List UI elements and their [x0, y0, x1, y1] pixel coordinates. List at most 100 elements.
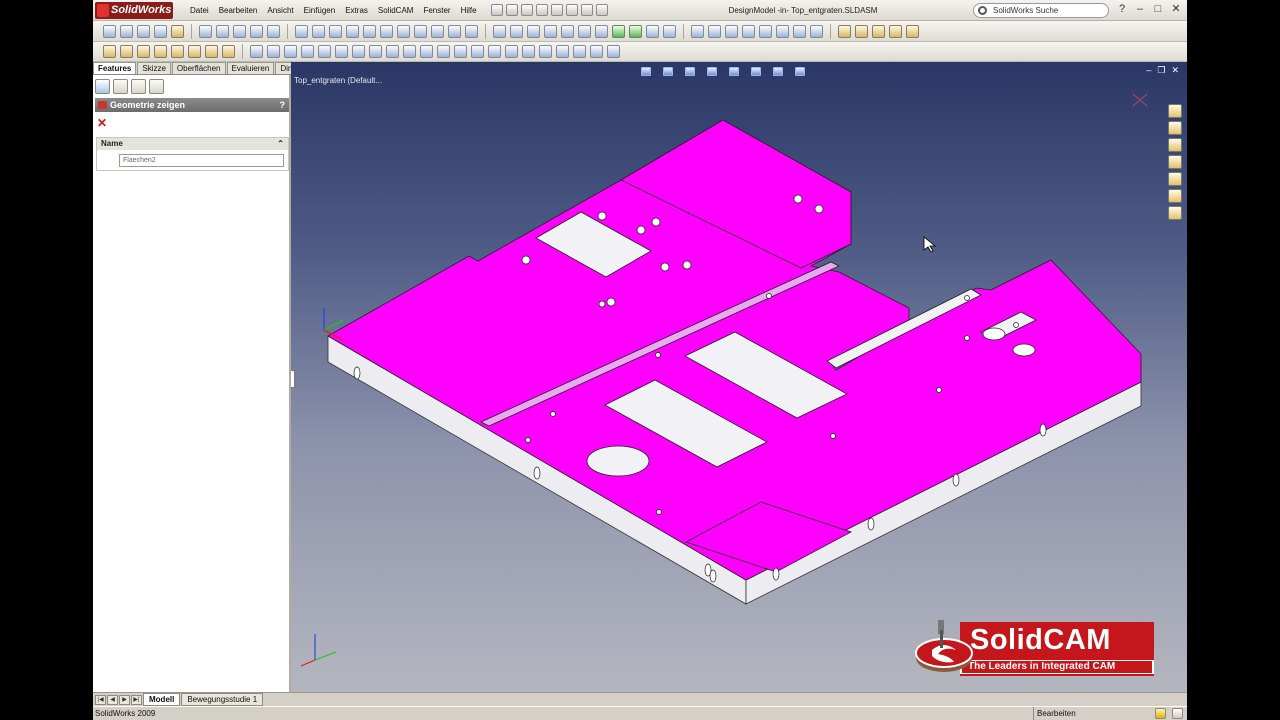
- tab-bewegungsstudie[interactable]: Bewegungsstudie 1: [181, 693, 264, 706]
- undo-icon[interactable]: [551, 4, 563, 16]
- search-results-icon[interactable]: [1168, 155, 1182, 169]
- view-dimetric-icon[interactable]: [448, 24, 461, 38]
- point-icon[interactable]: [352, 45, 365, 58]
- tab-skizze[interactable]: Skizze: [137, 62, 171, 74]
- camera-icon[interactable]: [663, 24, 676, 38]
- line-icon[interactable]: [267, 45, 280, 58]
- tab-features[interactable]: Features: [93, 62, 137, 74]
- zoom-to-fit-icon[interactable]: [641, 67, 651, 76]
- file-explorer-icon[interactable]: [1168, 138, 1182, 152]
- rectangle-icon[interactable]: [284, 45, 297, 58]
- statistics-icon[interactable]: [776, 24, 789, 38]
- sketch-icon[interactable]: [250, 45, 263, 58]
- model-view[interactable]: [291, 62, 1187, 692]
- view-iso-icon[interactable]: [414, 24, 427, 38]
- custom-properties-icon[interactable]: [1168, 206, 1182, 220]
- solidcam-gcode-icon[interactable]: [205, 45, 218, 58]
- copy-icon[interactable]: [120, 24, 133, 38]
- help-button[interactable]: ?: [1115, 3, 1129, 17]
- view-trimetric-icon[interactable]: [431, 24, 444, 38]
- solidworks-logo[interactable]: SolidWorks: [95, 2, 173, 19]
- new-document-icon[interactable]: [491, 4, 503, 16]
- selection-list[interactable]: Flaechen2: [119, 154, 284, 167]
- name-group-header[interactable]: Name ⌃: [97, 138, 288, 150]
- home-icon[interactable]: [1168, 104, 1182, 118]
- section-view-icon[interactable]: [561, 24, 574, 38]
- link-icon[interactable]: [137, 24, 150, 38]
- view-top-icon[interactable]: [380, 24, 393, 38]
- view-right-icon[interactable]: [363, 24, 376, 38]
- spline-icon[interactable]: [335, 45, 348, 58]
- draft-icon[interactable]: [573, 45, 586, 58]
- explode-icon[interactable]: [267, 24, 280, 38]
- shaded-edges-icon[interactable]: [544, 24, 557, 38]
- feature-tree-icon[interactable]: [95, 79, 110, 94]
- view-orientation-icon[interactable]: [295, 24, 308, 38]
- scene-icon[interactable]: [629, 24, 642, 38]
- solidcam-target-icon[interactable]: [154, 45, 167, 58]
- solidcam-sim-icon[interactable]: [188, 45, 201, 58]
- cancel-button[interactable]: ✕: [97, 116, 107, 130]
- fillet-icon[interactable]: [488, 45, 501, 58]
- previous-view-icon[interactable]: [685, 67, 695, 76]
- rebuild-icon[interactable]: [171, 24, 184, 38]
- normal-to-icon[interactable]: [465, 24, 478, 38]
- rebuild-icon[interactable]: [581, 4, 593, 16]
- lights-icon[interactable]: [646, 24, 659, 38]
- tab-oberflaechen[interactable]: Oberflächen: [171, 62, 226, 74]
- mass-properties-icon[interactable]: [708, 24, 721, 38]
- search-input[interactable]: SolidWorks Suche: [973, 3, 1109, 18]
- addins-icon[interactable]: [906, 24, 919, 38]
- viewport-minimize-button[interactable]: –: [1146, 65, 1151, 76]
- extrude-icon[interactable]: [437, 45, 450, 58]
- new-icon[interactable]: [103, 24, 116, 38]
- menu-solidcam[interactable]: SolidCAM: [373, 0, 419, 21]
- check-icon[interactable]: [759, 24, 772, 38]
- property-manager-icon[interactable]: [113, 79, 128, 94]
- flyout-feature-tree[interactable]: Top_entgraten (Default...: [294, 76, 382, 85]
- menu-einfuegen[interactable]: Einfügen: [299, 0, 341, 21]
- shell-icon[interactable]: [539, 45, 552, 58]
- minimize-button[interactable]: –: [1133, 3, 1147, 17]
- cut-icon[interactable]: [471, 45, 484, 58]
- last-tab-button[interactable]: ▶|: [131, 694, 142, 705]
- view-palette-icon[interactable]: [1168, 172, 1182, 186]
- panel-split-handle[interactable]: [291, 370, 295, 388]
- solidcam-open-icon[interactable]: [120, 45, 133, 58]
- solidcam-manager-icon[interactable]: [149, 79, 164, 94]
- solidcam-settings-icon[interactable]: [222, 45, 235, 58]
- view-orientation-icon[interactable]: [729, 67, 739, 76]
- menu-hilfe[interactable]: Hilfe: [456, 0, 482, 21]
- gear-icon[interactable]: [872, 24, 885, 38]
- restore-button[interactable]: □: [1151, 3, 1165, 17]
- appearances-icon[interactable]: [1168, 189, 1182, 203]
- trim-icon[interactable]: [369, 45, 382, 58]
- solidcam-stock-icon[interactable]: [137, 45, 150, 58]
- select-icon[interactable]: [566, 4, 578, 16]
- menu-bearbeiten[interactable]: Bearbeiten: [214, 0, 263, 21]
- collapse-chevron-icon[interactable]: ⌃: [277, 138, 284, 150]
- options-icon[interactable]: [596, 4, 608, 16]
- view-left-icon[interactable]: [346, 24, 359, 38]
- settings-icon[interactable]: [838, 24, 851, 38]
- menu-ansicht[interactable]: Ansicht: [262, 0, 298, 21]
- menu-extras[interactable]: Extras: [340, 0, 373, 21]
- solidcam-new-icon[interactable]: [103, 45, 116, 58]
- pattern-icon[interactable]: [420, 45, 433, 58]
- tab-evaluieren[interactable]: Evaluieren: [226, 62, 275, 74]
- help-icon[interactable]: ?: [280, 98, 286, 112]
- interference-icon[interactable]: [793, 24, 806, 38]
- rebuild-warning-icon[interactable]: [1155, 708, 1166, 719]
- view-front-icon[interactable]: [312, 24, 325, 38]
- sum-icon[interactable]: [742, 24, 755, 38]
- smart-dimension-icon[interactable]: [199, 24, 212, 38]
- mirror-icon[interactable]: [403, 45, 416, 58]
- viewport-close-button[interactable]: ✕: [1171, 65, 1179, 76]
- close-button[interactable]: ✕: [1169, 3, 1183, 17]
- display-style-icon[interactable]: [751, 67, 761, 76]
- circle-icon[interactable]: [301, 45, 314, 58]
- configuration-manager-icon[interactable]: [131, 79, 146, 94]
- hole-wizard-icon[interactable]: [522, 45, 535, 58]
- chamfer-icon[interactable]: [505, 45, 518, 58]
- measure-icon[interactable]: [691, 24, 704, 38]
